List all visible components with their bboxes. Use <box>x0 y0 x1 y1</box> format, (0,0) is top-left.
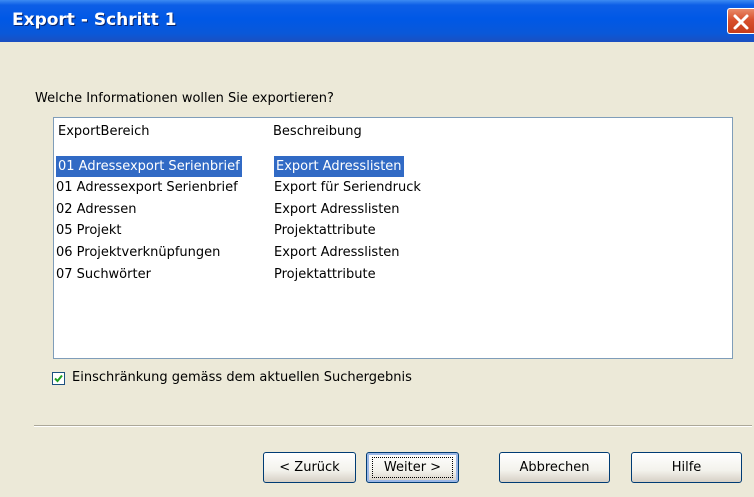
restriction-checkbox-label[interactable]: Einschränkung gemäss dem aktuellen Suche… <box>72 370 412 385</box>
cancel-button-label: Abbrechen <box>519 460 590 475</box>
close-button[interactable] <box>727 8 754 34</box>
column-header-exportbereich[interactable]: ExportBereich <box>58 124 150 139</box>
list-row[interactable]: 05 Projekt Projektattribute <box>56 221 732 242</box>
window-title: Export - Schritt 1 <box>12 10 177 30</box>
cell-exportbereich: 01 Adressexport Serienbrief <box>56 179 238 195</box>
help-button-label: Hilfe <box>671 460 702 475</box>
list-row[interactable]: 02 Adressen Export Adresslisten <box>56 200 732 221</box>
check-icon <box>54 374 63 383</box>
cell-beschreibung: Export Adresslisten <box>274 245 400 261</box>
back-button[interactable]: < Zurück <box>263 452 356 483</box>
cancel-button[interactable]: Abbrechen <box>499 452 610 483</box>
column-header-beschreibung[interactable]: Beschreibung <box>273 124 362 139</box>
cell-beschreibung: Projektattribute <box>274 223 376 239</box>
list-row[interactable]: 01 Adressexport Serienbrief Export Adress… <box>56 156 732 177</box>
list-row[interactable]: 07 Suchwörter Projektattribute <box>56 265 732 286</box>
title-bar[interactable]: Export - Schritt 1 <box>0 0 754 42</box>
back-button-label: < Zurück <box>279 460 340 475</box>
button-divider <box>34 425 752 427</box>
export-list[interactable]: ExportBereich Beschreibung 01 Adressexpo… <box>53 117 733 359</box>
cell-exportbereich: 05 Projekt <box>56 223 122 239</box>
cell-exportbereich: 07 Suchwörter <box>56 267 151 282</box>
cell-beschreibung: Export Adresslisten <box>274 156 404 177</box>
list-header: ExportBereich Beschreibung <box>54 118 732 150</box>
cell-exportbereich: 02 Adressen <box>56 201 137 217</box>
export-dialog: Export - Schritt 1 Welche Informationen … <box>0 0 754 497</box>
cell-beschreibung: Export für Seriendruck <box>274 179 421 195</box>
restriction-checkbox[interactable] <box>52 372 65 385</box>
help-button[interactable]: Hilfe <box>631 452 742 483</box>
prompt-text: Welche Informationen wollen Sie exportie… <box>35 91 334 106</box>
focus-ring <box>372 457 453 478</box>
list-row[interactable]: 01 Adressexport Serienbrief Export für Se… <box>56 178 732 199</box>
list-row[interactable]: 06 Projektverknüpfungen Export Adresslist… <box>56 243 732 264</box>
next-button[interactable]: Weiter > <box>366 452 459 483</box>
cell-exportbereich: 06 Projektverknüpfungen <box>56 245 221 261</box>
close-icon <box>733 14 749 30</box>
cell-beschreibung: Projektattribute <box>274 267 376 282</box>
cell-beschreibung: Export Adresslisten <box>274 201 400 217</box>
cell-exportbereich: 01 Adressexport Serienbrief <box>56 156 242 177</box>
